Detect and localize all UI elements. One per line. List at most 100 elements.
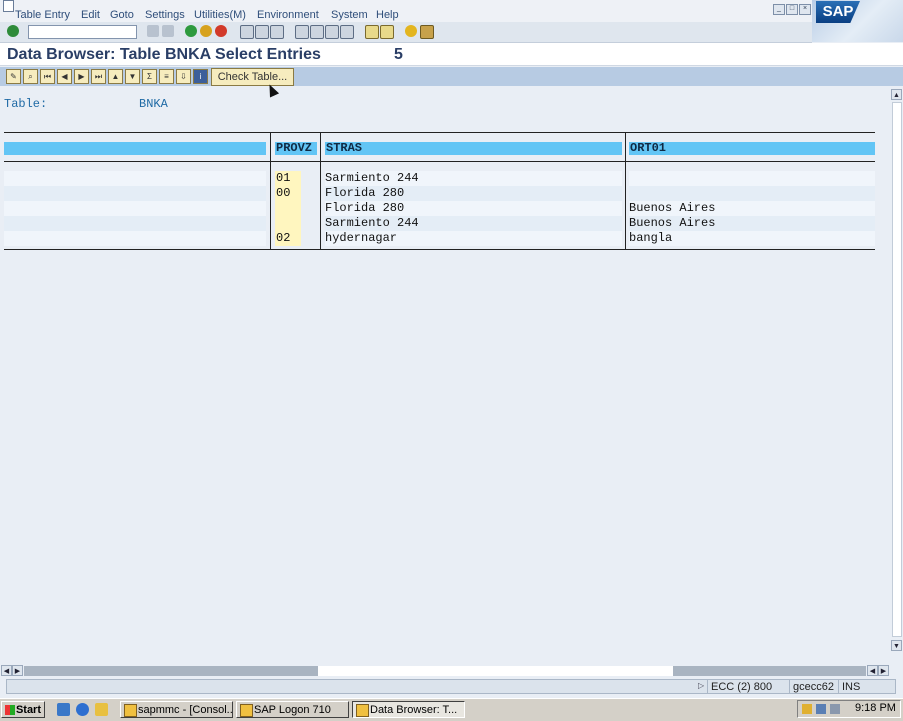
key-cell[interactable] [4,201,266,216]
menu-utilities[interactable]: Utilities(M) [194,9,246,21]
last-page-icon[interactable] [340,25,354,39]
menu-system[interactable]: System [331,9,368,21]
ort01-cell[interactable]: Buenos Aires [629,201,875,216]
column-header-provz[interactable]: PROVZ [275,142,317,155]
column-divider [270,132,271,250]
ort01-cell[interactable] [629,171,875,186]
menu-table-entry[interactable]: Table Entry [15,9,70,21]
stras-cell[interactable]: Sarmiento 244 [325,216,622,231]
ort01-cell[interactable]: Buenos Aires [629,216,875,231]
last-record-icon[interactable]: ⏭ [91,69,106,84]
task-sapmmc[interactable]: sapmmc - [Consol... [120,701,233,718]
key-cell[interactable] [4,186,266,201]
next-page-icon[interactable] [325,25,339,39]
info-icon[interactable]: i [193,69,208,84]
next-record-icon[interactable]: ▶ [74,69,89,84]
menu-edit[interactable]: Edit [81,9,100,21]
task-sap-logon[interactable]: SAP Logon 710 [236,701,349,718]
sort-ascending-icon[interactable]: ▲ [108,69,123,84]
menu-goto[interactable]: Goto [110,9,134,21]
filter-icon[interactable]: ▼ [125,69,140,84]
back-icon[interactable] [185,25,197,37]
menu-settings[interactable]: Settings [145,9,185,21]
table-top-border [4,132,875,133]
show-desktop-icon[interactable] [57,703,70,716]
start-label: Start [15,704,41,716]
vertical-scroll-thumb[interactable] [892,102,902,637]
document-icon[interactable] [3,0,14,12]
column-header-key[interactable] [4,142,266,155]
stras-cell[interactable]: Sarmiento 244 [325,171,622,186]
layout-menu-icon[interactable] [420,25,434,39]
stras-cell[interactable]: hydernagar [325,231,622,246]
column-divider [625,132,626,250]
provz-cell[interactable]: 00 [275,186,301,201]
provz-cell[interactable] [275,216,301,231]
enter-icon[interactable] [7,25,19,37]
menu-environment[interactable]: Environment [257,9,319,21]
change-icon[interactable]: ✎ [6,69,21,84]
exit-icon[interactable] [200,25,212,37]
provz-cell[interactable]: 02 [275,231,301,246]
tray-sap-icon[interactable] [802,704,812,714]
column-header-stras[interactable]: STRAS [325,142,622,155]
scroll-up-icon[interactable]: ▲ [891,89,902,100]
first-record-icon[interactable]: ⏮ [40,69,55,84]
scroll-right-icon[interactable]: ▶ [878,665,889,676]
cancel-icon[interactable] [215,25,227,37]
key-cell[interactable] [4,171,266,186]
find-next-icon[interactable] [270,25,284,39]
task-label: SAP Logon 710 [254,704,331,716]
system-info[interactable]: ECC (2) 800 [707,680,775,694]
export-icon[interactable]: ⇩ [176,69,191,84]
shortcut-icon[interactable] [380,25,394,39]
key-cell[interactable] [4,216,266,231]
internet-explorer-icon[interactable] [76,703,89,716]
check-table-button[interactable]: Check Table... [211,68,294,86]
scroll-down-icon[interactable]: ▼ [891,640,902,651]
help-icon[interactable] [405,25,417,37]
provz-cell[interactable]: 01 [275,171,301,186]
previous-page-icon[interactable] [310,25,324,39]
task-data-browser[interactable]: Data Browser: T... [352,701,465,718]
stras-cell[interactable]: Florida 280 [325,186,622,201]
first-page-icon[interactable] [295,25,309,39]
provz-cell[interactable] [275,201,301,216]
save-icon[interactable] [162,25,174,37]
scroll-left-icon[interactable]: ◀ [867,665,878,676]
find-icon[interactable] [255,25,269,39]
sap-logon-icon [240,704,253,717]
folder-icon[interactable] [95,703,108,716]
start-button[interactable]: Start [1,701,45,718]
print-icon[interactable] [240,25,254,39]
minimize-button[interactable]: _ [773,4,785,15]
column-header-ort01[interactable]: ORT01 [629,142,875,155]
entry-count: 5 [394,46,403,63]
status-expand-icon[interactable]: ▷ [698,681,704,690]
table-label: Table: [4,97,48,111]
tray-network-icon[interactable] [816,704,826,714]
scroll-left-icon[interactable]: ◀ [1,665,12,676]
key-cell[interactable] [4,231,266,246]
ort01-cell[interactable] [629,186,875,201]
ort01-cell[interactable]: bangla [629,231,875,246]
display-icon[interactable]: ⌕ [23,69,38,84]
maximize-button[interactable]: □ [786,4,798,15]
command-field[interactable] [28,25,137,39]
total-icon[interactable]: Σ [142,69,157,84]
server-name: gcecc62 [789,680,837,694]
stras-cell[interactable]: Florida 280 [325,201,622,216]
system-info-icon[interactable] [776,680,790,694]
horizontal-scroll-thumb[interactable] [318,666,673,676]
page-title: Data Browser: Table BNKA Select Entries [7,46,321,63]
new-session-icon[interactable] [365,25,379,39]
close-button[interactable]: × [799,4,811,15]
tray-display-icon[interactable] [830,704,840,714]
menu-help[interactable]: Help [376,9,399,21]
print-list-icon[interactable]: ≡ [159,69,174,84]
scroll-right-icon[interactable]: ▶ [12,665,23,676]
back-arrow-icon[interactable] [147,25,159,37]
previous-record-icon[interactable]: ◀ [57,69,72,84]
table-name-value: BNKA [139,97,168,111]
sap-logo: SAP [812,0,903,42]
